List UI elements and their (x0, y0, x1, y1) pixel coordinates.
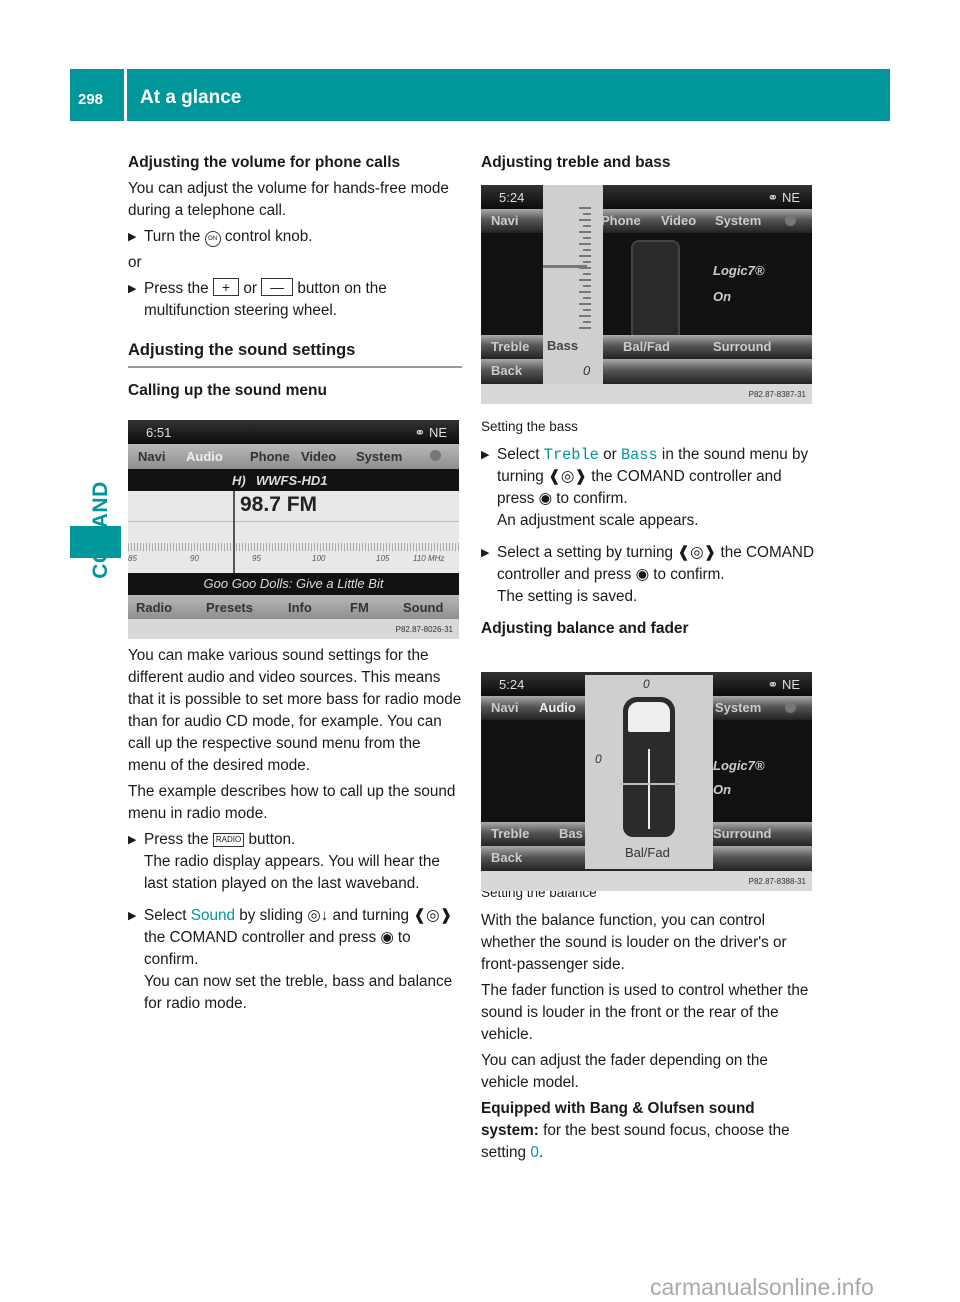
radio-display-screenshot: 6:51 ⚭ NE Navi Audio Phone Video System … (128, 420, 459, 639)
sound-menu-reference: Sound (190, 907, 235, 924)
radio-bottom-menu: Radio Presets Info FM Sound (128, 595, 459, 619)
main-menu: Navi Phone Video System (481, 209, 812, 233)
scale-tick (583, 321, 591, 323)
para-bang-olufsen: Equipped with Bang & Olufsen sound syste… (481, 1100, 790, 1161)
para-sound-settings: You can make various sound settings for … (128, 647, 462, 774)
setting-zero-reference: 0 (530, 1144, 539, 1161)
minus-key-icon: — (261, 278, 294, 296)
page-title: At a glance (140, 87, 242, 108)
scale-tick (583, 225, 591, 227)
main-menu: Navi Audio Phone Video System (128, 444, 459, 469)
caption-bass: Setting the bass (481, 419, 578, 434)
scale-tick (583, 237, 591, 239)
balance-setting-screenshot: 5:24 ⚭ NE Navi Audio System Logic7® On T… (481, 672, 812, 891)
tuner-needle (233, 491, 235, 573)
scale-tick (579, 327, 591, 329)
scale-tick (583, 213, 591, 215)
menu-dot-icon (430, 450, 441, 461)
para-fader: The fader function is used to control wh… (481, 982, 809, 1043)
scale-tick (579, 291, 591, 293)
step-press-button: ▶ Press the + or — button on the multifu… (128, 278, 387, 319)
or-text: or (128, 254, 142, 271)
compass-icon: ⚭ NE (767, 677, 800, 692)
compass-icon: ⚭ NE (414, 425, 447, 440)
bass-reference: Bass (620, 446, 658, 464)
heading-sound-settings: Adjusting the sound settings (128, 338, 462, 368)
scale-tick (583, 309, 591, 311)
bullet-arrow-icon: ▶ (481, 449, 490, 461)
heading-treble-bass: Adjusting treble and bass (481, 154, 671, 171)
scale-tick (579, 267, 591, 269)
menu-dot-icon (785, 702, 796, 713)
para-phone-volume: You can adjust the volume for hands-free… (128, 180, 449, 219)
step-press-radio: ▶ Press the RADIO button. The radio disp… (128, 831, 440, 892)
para-balance: With the balance function, you can contr… (481, 912, 787, 973)
status-bar: 6:51 ⚭ NE (128, 420, 459, 444)
compass-icon: ⚭ NE (767, 190, 800, 205)
scale-tick (579, 231, 591, 233)
para-example: The example describes how to call up the… (128, 783, 456, 822)
scale-tick (583, 261, 591, 263)
balance-value: 0 (595, 752, 602, 766)
fader-value: 0 (643, 677, 650, 691)
bullet-arrow-icon: ▶ (128, 231, 137, 243)
treble-reference: Treble (543, 446, 599, 464)
bass-adjustment-scale: Bass 0 (543, 185, 603, 384)
bullet-arrow-icon: ▶ (128, 910, 137, 922)
scale-tick (579, 315, 591, 317)
page-header: 298 At a glance (70, 69, 890, 121)
watermark: carmanualsonline.info (650, 1274, 874, 1300)
image-code: P82.87-8388-31 (481, 871, 812, 891)
page-number: 298 (78, 91, 104, 108)
bullet-arrow-icon: ▶ (128, 834, 137, 846)
step-select-treble-bass: ▶ Select Treble or Bass in the sound men… (481, 446, 809, 529)
back-row: Back (481, 359, 812, 384)
image-code: P82.87-8026-31 (128, 619, 459, 639)
radio-key-icon: RADIO (212, 833, 245, 847)
scale-tick (579, 219, 591, 221)
side-tab-marker (70, 526, 121, 558)
station-bar: H) WWFS-HD1 (128, 469, 459, 491)
step-turn-knob: ▶ Turn the ON control knob. (128, 226, 462, 248)
bullet-arrow-icon: ▶ (128, 283, 137, 295)
balance-fader-panel: 0 0 Bal/Fad (585, 675, 713, 869)
on-knob-icon: ON (204, 231, 221, 247)
plus-key-icon: + (212, 278, 240, 296)
tuner-area: 98.7 FM 85 90 95 100 105 110 MHz (128, 491, 459, 573)
car-top-view-icon (619, 697, 679, 837)
scale-tick (579, 303, 591, 305)
step-select-sound: ▶ Select Sound by sliding ◎↓ and turning… (128, 907, 453, 1012)
scale-tick (579, 279, 591, 281)
scale-tick (579, 243, 591, 245)
bass-value: 0 (583, 363, 591, 378)
image-code: P82.87-8387-31 (481, 384, 812, 404)
scale-tick (583, 285, 591, 287)
scale-tick (583, 297, 591, 299)
status-bar: 5:24 ⚭ NE (481, 185, 812, 209)
heading-phone-volume: Adjusting the volume for phone calls (128, 154, 401, 171)
scale-tick (583, 273, 591, 275)
heading-balance-fader: Adjusting balance and fader (481, 620, 689, 637)
hd-radio-icon: H) (232, 473, 246, 488)
sound-menu-row: Treble Bass Bal/Fad Surround (481, 335, 812, 359)
step-select-setting: ▶ Select a setting by turning ❰◎❱ the CO… (481, 544, 814, 605)
scale-tick (579, 255, 591, 257)
car-top-view-icon (631, 240, 680, 344)
scale-tick (583, 249, 591, 251)
header-divider (124, 69, 127, 121)
bass-setting-screenshot: 5:24 ⚭ NE Navi Phone Video System Logic7… (481, 185, 812, 404)
scale-tick (579, 207, 591, 209)
para-fader-model: You can adjust the fader depending on th… (481, 1052, 768, 1091)
bullet-arrow-icon: ▶ (481, 547, 490, 559)
subheading-sound-menu: Calling up the sound menu (128, 382, 327, 399)
menu-dot-icon (785, 215, 796, 226)
track-info: Goo Goo Dolls: Give a Little Bit (128, 573, 459, 595)
